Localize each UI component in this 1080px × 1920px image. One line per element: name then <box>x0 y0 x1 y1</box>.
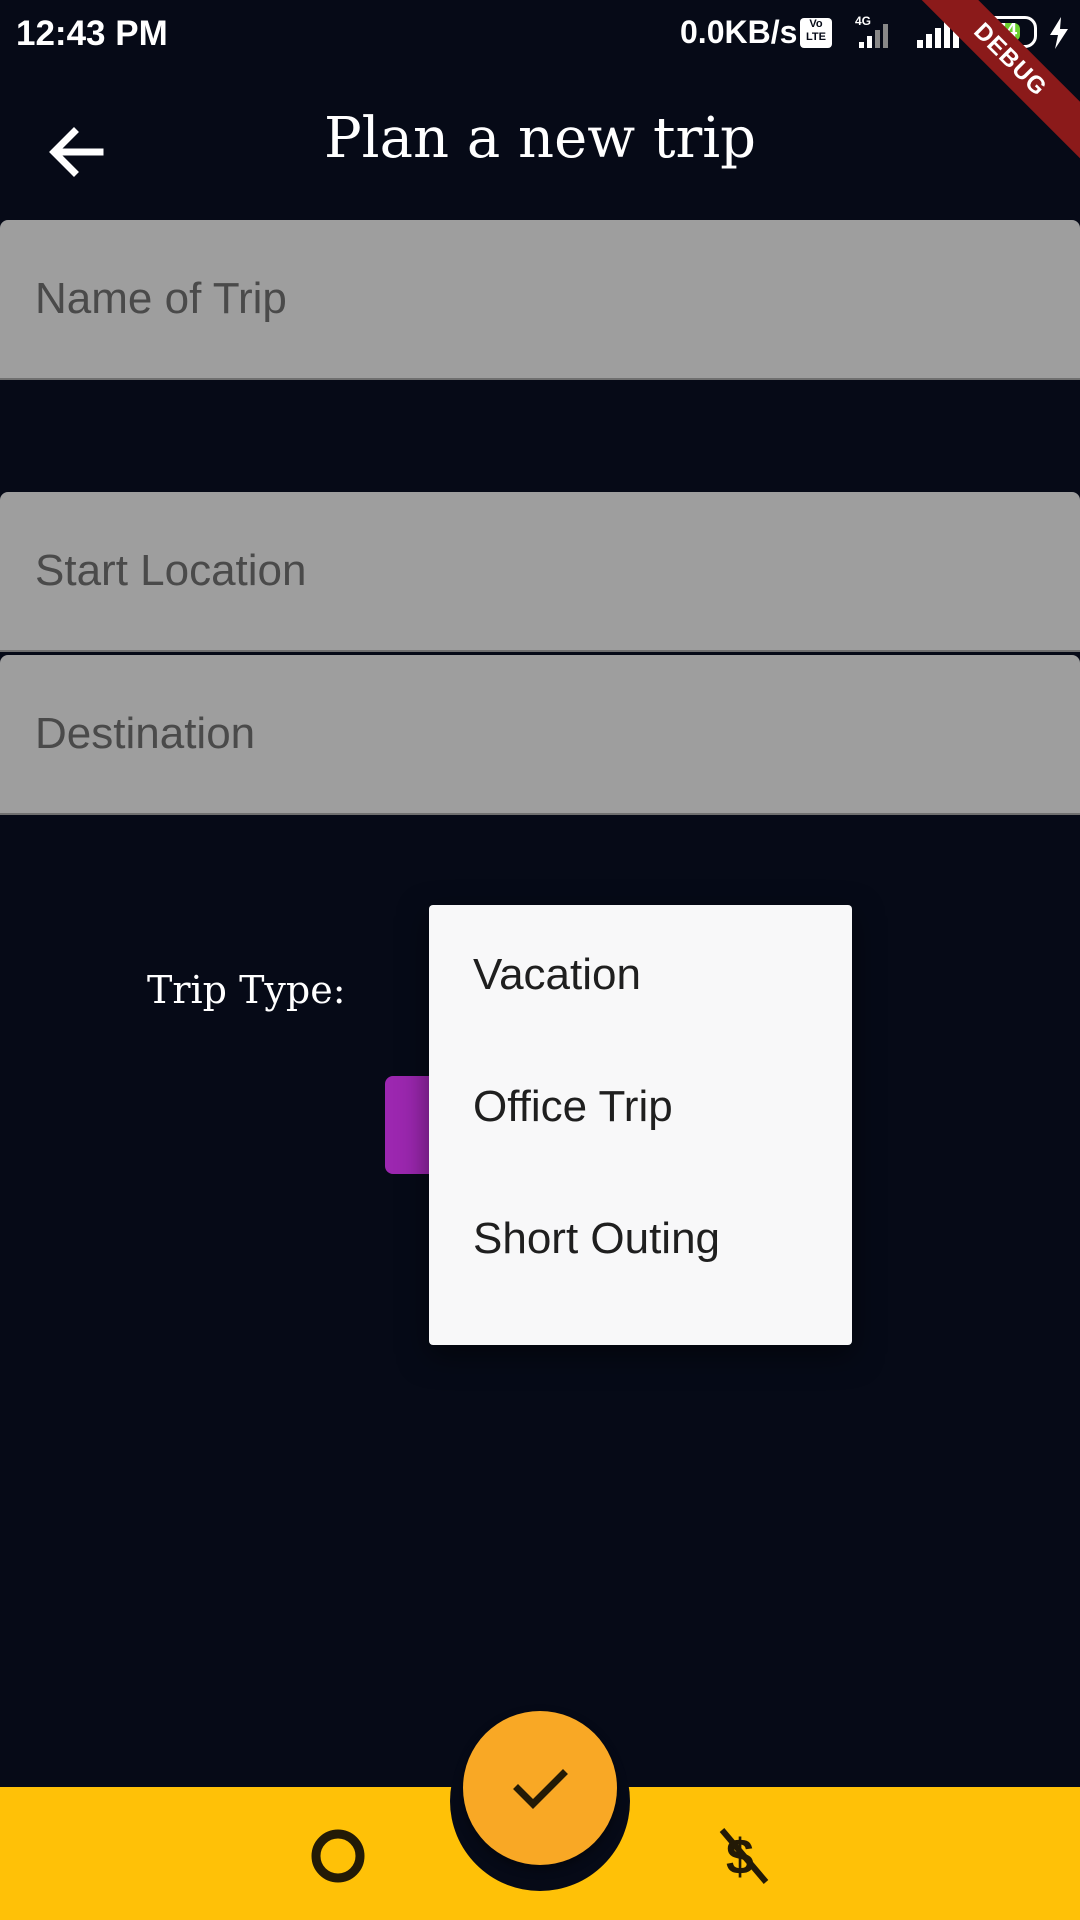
svg-text:4G: 4G <box>855 14 871 28</box>
menu-item-office-trip[interactable]: Office Trip <box>429 1039 852 1171</box>
trip-type-label: Trip Type: <box>147 968 346 1012</box>
circle-icon[interactable] <box>306 1824 370 1888</box>
destination-input[interactable] <box>33 655 1037 813</box>
destination-field[interactable] <box>0 655 1080 815</box>
volte-icon: Vo LTE <box>800 18 832 48</box>
check-icon <box>513 1769 568 1809</box>
name-of-trip-field[interactable] <box>0 220 1080 380</box>
status-bar: 12:43 PM 0.0KB/s VoLTE 4G 74 <box>0 0 1080 66</box>
name-of-trip-input[interactable] <box>33 220 1037 378</box>
menu-item-label: Short Outing <box>473 1214 721 1263</box>
menu-item-vacation[interactable]: Vacation <box>429 907 852 1039</box>
status-time: 12:43 PM <box>16 14 168 53</box>
charging-icon <box>1050 17 1068 49</box>
menu-item-label: Vacation <box>473 950 641 999</box>
page-title: Plan a new trip <box>323 106 756 171</box>
menu-item-label: Office Trip <box>473 1082 673 1131</box>
menu-item-short-outing[interactable]: Short Outing <box>429 1171 852 1303</box>
start-location-field[interactable] <box>0 492 1080 652</box>
signal-4g-icon: 4G <box>855 14 888 48</box>
money-off-icon[interactable]: $ <box>716 1824 772 1888</box>
trip-type-menu: Vacation Office Trip Short Outing <box>429 905 852 1345</box>
network-speed: 0.0KB/s <box>680 14 798 50</box>
start-location-input[interactable] <box>33 492 1037 650</box>
app-bar: Plan a new trip <box>0 66 1080 222</box>
confirm-fab[interactable] <box>463 1711 617 1865</box>
